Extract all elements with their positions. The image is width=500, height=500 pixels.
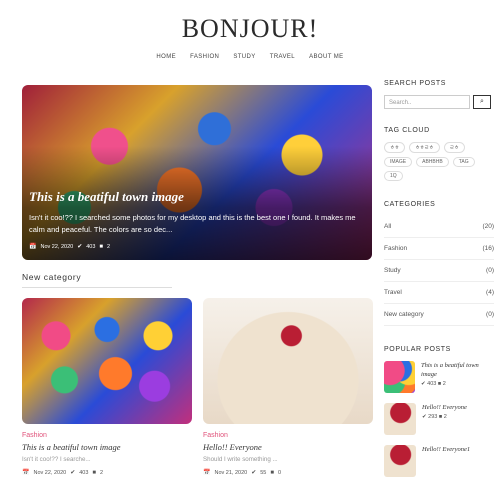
check-icon: ✔ bbox=[421, 381, 426, 387]
category-count: (0) bbox=[486, 311, 494, 318]
tagcloud-title: TAG CLOUD bbox=[384, 127, 430, 134]
search-input[interactable]: Search.. bbox=[384, 95, 470, 109]
category-item[interactable]: Study (0) bbox=[384, 260, 494, 282]
popular-title-text[interactable]: Hello!! Everyone bbox=[422, 403, 467, 412]
check-icon: ✔ bbox=[251, 470, 257, 476]
post-category[interactable]: Fashion bbox=[22, 432, 192, 439]
main-nav: HOME FASHION STUDY TRAVEL ABOUT ME bbox=[0, 54, 500, 60]
search-button[interactable]: ⌕ bbox=[473, 95, 491, 109]
search-box: Search.. ⌕ bbox=[384, 95, 494, 109]
site-logo[interactable]: BONJOUR! bbox=[0, 14, 500, 44]
popular-meta: ✔ 293 ■ 2 bbox=[422, 414, 467, 420]
category-item[interactable]: Travel (4) bbox=[384, 282, 494, 304]
popular-comments: 2 bbox=[442, 381, 446, 387]
tag-item[interactable]: ㄹㅎ bbox=[443, 142, 465, 153]
popular-thumb[interactable] bbox=[384, 445, 416, 477]
hero-comments: 2 bbox=[107, 243, 111, 250]
popular-post[interactable]: This is a beatiful town image ✔ 403 ■ 2 bbox=[384, 361, 494, 393]
sidebar: SEARCH POSTS Search.. ⌕ TAG CLOUD ㅎㅎ ㅎㅎㄹ… bbox=[384, 80, 494, 487]
comment-icon: ■ bbox=[437, 381, 442, 387]
comment-icon: ■ bbox=[92, 469, 97, 476]
search-title: SEARCH POSTS bbox=[384, 80, 447, 87]
nav-study[interactable]: STUDY bbox=[233, 54, 255, 60]
tag-item[interactable]: TAG bbox=[452, 157, 475, 167]
popular-thumb[interactable] bbox=[384, 403, 416, 435]
category-item[interactable]: New category (0) bbox=[384, 304, 494, 326]
post-card[interactable]: Fashion Hello!! Everyone Should I write … bbox=[203, 298, 373, 476]
post-image[interactable] bbox=[22, 298, 192, 424]
popular-meta: ✔ 403 ■ 2 bbox=[421, 381, 494, 387]
post-title[interactable]: This is a beatiful town image bbox=[22, 442, 192, 452]
comment-icon: ■ bbox=[270, 469, 274, 476]
popular-post[interactable]: Hello!! Everyone ✔ 293 ■ 2 bbox=[384, 403, 494, 435]
post-meta: 📅 Nov 22, 2020 ✔ 403 ■ 2 bbox=[22, 469, 192, 477]
post-comments: 2 bbox=[100, 469, 104, 476]
nav-travel[interactable]: TRAVEL bbox=[270, 54, 295, 60]
post-title[interactable]: Hello!! Everyone bbox=[203, 442, 373, 452]
hero-content: This is a beatiful town image Isn't it c… bbox=[29, 189, 365, 250]
nav-fashion[interactable]: FASHION bbox=[190, 54, 219, 60]
post-meta: 📅 Nov 21, 2020 ✔ 55 ■ 0 bbox=[203, 469, 373, 477]
comment-icon: ■ bbox=[99, 243, 104, 250]
calendar-icon: 📅 bbox=[203, 470, 211, 476]
post-excerpt: Should I write something ... bbox=[203, 456, 278, 463]
hero-post[interactable]: This is a beatiful town image Isn't it c… bbox=[22, 85, 372, 260]
hero-meta: 📅 Nov 22, 2020 ✔ 403 ■ 2 bbox=[29, 243, 365, 251]
section-title: New category bbox=[22, 272, 172, 288]
tag-item[interactable]: 1Q bbox=[384, 171, 403, 181]
popular-title-text[interactable]: This is a beatiful town image bbox=[421, 361, 494, 379]
categories-title: CATEGORIES bbox=[384, 201, 436, 208]
comment-icon: ■ bbox=[438, 414, 443, 420]
post-comments: 0 bbox=[277, 469, 282, 476]
category-name: Study bbox=[384, 267, 401, 274]
category-count: (16) bbox=[482, 245, 494, 252]
post-image[interactable] bbox=[203, 298, 373, 424]
post-views: 55 bbox=[260, 469, 267, 476]
category-count: (0) bbox=[486, 267, 494, 274]
category-name: Travel bbox=[384, 289, 402, 296]
post-card[interactable]: Fashion This is a beatiful town image Is… bbox=[22, 298, 192, 476]
category-name: All bbox=[384, 223, 392, 230]
popular-thumb[interactable] bbox=[384, 361, 416, 393]
category-count: (20) bbox=[482, 223, 494, 230]
popular-views: 403 bbox=[427, 381, 437, 387]
post-excerpt: Isn't it coo!?? I searche... bbox=[22, 456, 91, 463]
category-list: All (20) Fashion (16) Study (0) Travel (4) N… bbox=[384, 216, 494, 326]
nav-about[interactable]: ABOUT ME bbox=[309, 54, 343, 60]
hero-excerpt: Isn't it coo!?? I searched some photos f… bbox=[29, 213, 356, 234]
tag-cloud: ㅎㅎ ㅎㅎㄹㅎ ㄹㅎ IMAGE ABHBHB TAG 1Q bbox=[384, 142, 494, 181]
check-icon: ✔ bbox=[422, 414, 427, 420]
hero-title[interactable]: This is a beatiful town image bbox=[29, 189, 365, 205]
popular-comments: 2 bbox=[443, 414, 447, 420]
category-name: Fashion bbox=[384, 245, 408, 252]
post-date: Nov 21, 2020 bbox=[214, 469, 248, 476]
check-icon: ✔ bbox=[70, 470, 76, 476]
tag-item[interactable]: IMAGE bbox=[384, 157, 413, 167]
tag-item[interactable]: ABHBHB bbox=[416, 157, 449, 167]
post-date: Nov 22, 2020 bbox=[33, 469, 67, 476]
check-icon: ✔ bbox=[77, 244, 83, 250]
category-count: (4) bbox=[486, 289, 494, 296]
hero-date: Nov 22, 2020 bbox=[40, 243, 74, 250]
popular-title: POPULAR POSTS bbox=[384, 346, 451, 353]
post-views: 403 bbox=[79, 469, 89, 476]
calendar-icon: 📅 bbox=[29, 244, 37, 250]
category-name: New category bbox=[384, 311, 424, 318]
calendar-icon: 📅 bbox=[22, 470, 30, 476]
tag-item[interactable]: ㅎㅎ bbox=[384, 142, 406, 153]
popular-views: 293 bbox=[428, 414, 438, 420]
popular-title-text[interactable]: Hello!! Everyone1 bbox=[422, 445, 470, 454]
tag-item[interactable]: ㅎㅎㄹㅎ bbox=[409, 142, 440, 153]
category-item[interactable]: All (20) bbox=[384, 216, 494, 238]
popular-post[interactable]: Hello!! Everyone1 bbox=[384, 445, 494, 477]
category-item[interactable]: Fashion (16) bbox=[384, 238, 494, 260]
hero-views: 403 bbox=[86, 243, 96, 250]
post-category[interactable]: Fashion bbox=[203, 432, 373, 439]
nav-home[interactable]: HOME bbox=[156, 54, 176, 60]
search-icon: ⌕ bbox=[480, 98, 484, 105]
